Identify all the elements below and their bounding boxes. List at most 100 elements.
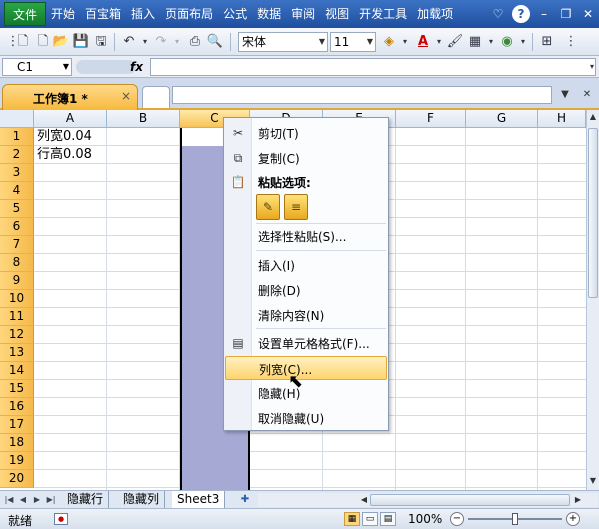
menu-clear-contents[interactable]: 清除内容(N) — [225, 303, 387, 327]
column-header-a[interactable]: A — [34, 110, 107, 128]
menu-home[interactable]: 开始 — [46, 0, 80, 28]
zoom-in-icon[interactable]: + — [566, 512, 580, 526]
prev-sheet-icon[interactable]: ◀ — [18, 493, 28, 507]
column-header-b[interactable]: B — [107, 110, 180, 128]
fill-color-dropdown-icon[interactable]: ▾ — [396, 33, 414, 51]
row-header-4[interactable]: 4 — [0, 182, 34, 200]
name-box[interactable]: C1 ▼ — [2, 58, 72, 76]
row-header-13[interactable]: 13 — [0, 344, 34, 362]
menu-review[interactable]: 审阅 — [286, 0, 320, 28]
column-header-g[interactable]: G — [466, 110, 538, 128]
row-header-12[interactable]: 12 — [0, 326, 34, 344]
formula-input[interactable] — [150, 58, 596, 76]
row-header-20[interactable]: 20 — [0, 470, 34, 488]
paste-formatting-icon[interactable]: ✎ — [256, 194, 280, 220]
row-header-8[interactable]: 8 — [0, 254, 34, 272]
new-doc-icon[interactable]: 🗋 — [34, 33, 52, 51]
column-header-h[interactable]: H — [538, 110, 586, 128]
new-tab-button[interactable] — [142, 86, 170, 108]
document-tab[interactable]: 工作簿1 * × — [2, 84, 138, 110]
menu-cut[interactable]: ✂ 剪切(T) — [225, 121, 387, 145]
minimize-icon[interactable]: – — [533, 3, 555, 25]
question-icon[interactable]: ? — [512, 5, 530, 23]
menu-copy[interactable]: ⧉ 复制(C) — [225, 146, 387, 170]
close-icon[interactable]: ✕ — [577, 3, 599, 25]
vertical-scroll-thumb[interactable] — [588, 128, 598, 298]
scroll-right-icon[interactable]: ▶ — [572, 493, 584, 507]
next-sheet-icon[interactable]: ▶ — [32, 493, 42, 507]
menu-page-layout[interactable]: 页面布局 — [160, 0, 218, 28]
zoom-out-icon[interactable]: − — [450, 512, 464, 526]
column-header-f[interactable]: F — [396, 110, 466, 128]
menu-hide[interactable]: 隐藏(H) — [225, 381, 387, 405]
expand-formula-icon[interactable]: ▾ — [583, 58, 599, 76]
row-header-9[interactable]: 9 — [0, 272, 34, 290]
font-name-select[interactable]: 宋体 ▼ — [238, 32, 328, 52]
tab-list-icon[interactable]: ▼ — [556, 86, 574, 104]
font-size-select[interactable]: 11 ▼ — [330, 32, 376, 52]
menu-delete-column[interactable]: 删除(D) — [225, 278, 387, 302]
row-header-15[interactable]: 15 — [0, 380, 34, 398]
normal-view-icon[interactable]: ▦ — [344, 512, 360, 526]
page-break-view-icon[interactable]: ▤ — [380, 512, 396, 526]
row-header-18[interactable]: 18 — [0, 434, 34, 452]
row-header-14[interactable]: 14 — [0, 362, 34, 380]
scroll-down-icon[interactable]: ▼ — [587, 474, 599, 488]
new-file-icon[interactable]: 🗋 — [14, 33, 32, 51]
row-header-6[interactable]: 6 — [0, 218, 34, 236]
row-header-5[interactable]: 5 — [0, 200, 34, 218]
menu-paste-special[interactable]: 选择性粘贴(S)... — [225, 224, 387, 248]
print-preview-icon[interactable]: 🔍 — [206, 33, 224, 51]
cell-a2[interactable]: 行高0.08 — [37, 146, 92, 164]
menu-addins[interactable]: 加载项 — [412, 0, 458, 28]
fx-icon[interactable]: fx — [130, 58, 143, 76]
row-header-7[interactable]: 7 — [0, 236, 34, 254]
menu-unhide[interactable]: 取消隐藏(U) — [225, 406, 387, 430]
menu-view[interactable]: 视图 — [320, 0, 354, 28]
scroll-up-icon[interactable]: ▲ — [587, 110, 599, 124]
zoom-slider-thumb[interactable] — [512, 513, 518, 525]
print-icon[interactable]: ⎙ — [186, 33, 204, 51]
row-header-19[interactable]: 19 — [0, 452, 34, 470]
format-painter-icon[interactable]: 🖌 — [446, 33, 464, 51]
menu-formulas[interactable]: 公式 — [218, 0, 252, 28]
horizontal-scrollbar[interactable]: ◀ ▶ — [258, 493, 598, 507]
cell-a1[interactable]: 列宽0.04 — [37, 128, 92, 146]
row-header-10[interactable]: 10 — [0, 290, 34, 308]
row-header-17[interactable]: 17 — [0, 416, 34, 434]
menu-developer[interactable]: 开发工具 — [354, 0, 412, 28]
first-sheet-icon[interactable]: |◀ — [4, 493, 14, 507]
menu-data[interactable]: 数据 — [252, 0, 286, 28]
close-icon[interactable]: × — [121, 89, 131, 103]
paste-values-icon[interactable]: ≡ — [284, 194, 308, 220]
horizontal-scroll-thumb[interactable] — [370, 494, 570, 506]
sheet-tab-sheet3[interactable]: Sheet3 — [172, 491, 226, 508]
save-icon[interactable]: 💾 — [72, 33, 90, 51]
macro-record-icon[interactable]: ● — [54, 513, 68, 525]
last-sheet-icon[interactable]: ▶| — [46, 493, 56, 507]
tab-close-icon[interactable]: ✕ — [578, 86, 596, 104]
row-header-3[interactable]: 3 — [0, 164, 34, 182]
menu-insert[interactable]: 插入 — [126, 0, 160, 28]
row-header-16[interactable]: 16 — [0, 398, 34, 416]
scroll-left-icon[interactable]: ◀ — [358, 493, 370, 507]
menu-column-width[interactable]: 列宽(C)... — [225, 356, 387, 380]
row-header-2[interactable]: 2 — [0, 146, 34, 164]
page-layout-view-icon[interactable]: ▭ — [362, 512, 378, 526]
row-header-11[interactable]: 11 — [0, 308, 34, 326]
ribbon-collapse-icon[interactable]: ♡ — [487, 3, 509, 25]
select-all-corner[interactable] — [0, 110, 34, 128]
zoom-level[interactable]: 100% — [408, 512, 442, 526]
menu-toolbox[interactable]: 百宝箱 — [80, 0, 126, 28]
restore-icon[interactable]: ❐ — [555, 3, 577, 25]
menu-format-cells[interactable]: ▤ 设置单元格格式(F)... — [225, 331, 387, 355]
globe-dropdown-icon[interactable]: ▾ — [514, 33, 532, 51]
sheet-tab-hidden-cols[interactable]: 隐藏列 — [118, 491, 166, 508]
redo-dropdown-icon[interactable]: ▾ — [168, 33, 186, 51]
file-menu[interactable]: 文件 — [4, 2, 47, 26]
insert-sheet-icon[interactable]: ✚ — [236, 492, 254, 507]
open-folder-icon[interactable]: 📂 — [52, 33, 70, 51]
vertical-scrollbar[interactable]: ▲ ▼ — [586, 110, 599, 490]
row-header-1[interactable]: 1 — [0, 128, 34, 146]
options-icon[interactable]: ⋮ — [562, 33, 580, 51]
